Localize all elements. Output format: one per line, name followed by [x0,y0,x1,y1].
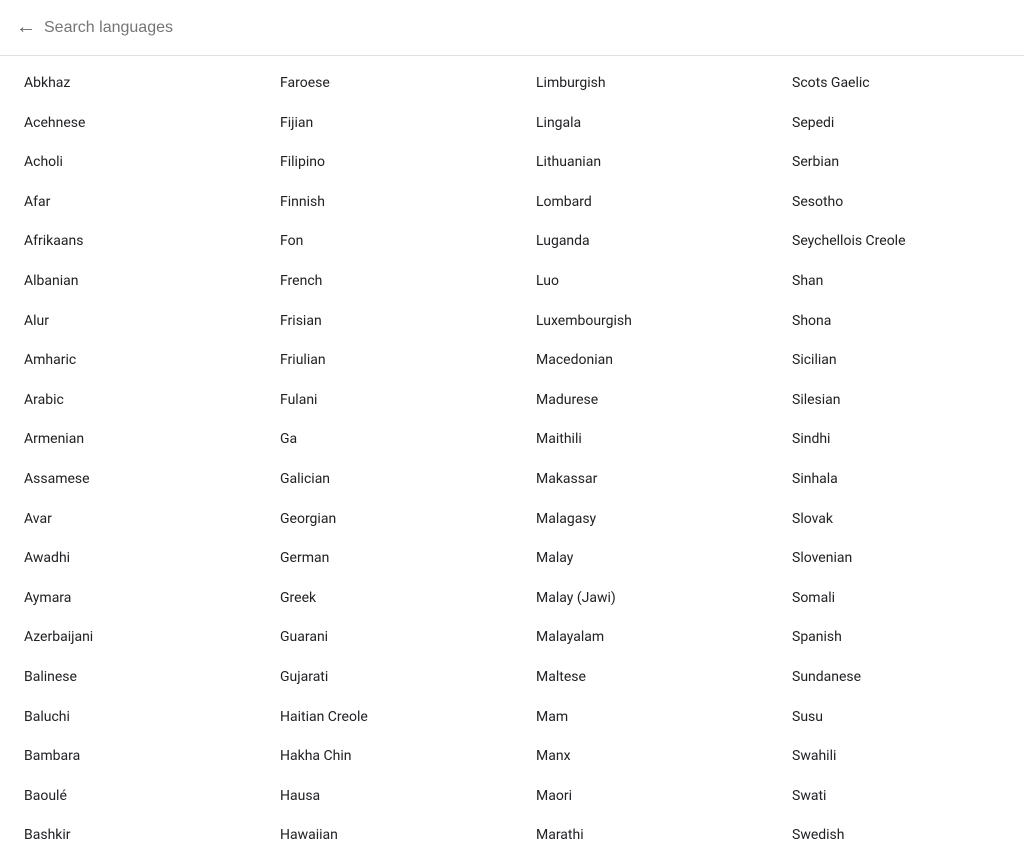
header: ← [0,0,1024,56]
list-item[interactable]: Hausa [256,777,512,817]
list-item[interactable]: Haitian Creole [256,698,512,738]
list-item[interactable]: Maltese [512,658,768,698]
search-input[interactable] [44,19,1008,37]
languages-grid: AbkhazFaroeseLimburgishScots Gaelic Acehn… [0,56,1024,864]
list-item[interactable]: Somali [768,579,1024,619]
list-item[interactable]: Armenian [0,420,256,460]
list-item[interactable]: Malayalam [512,618,768,658]
list-item[interactable]: Shan [768,262,1024,302]
list-item[interactable]: Fulani [256,381,512,421]
list-item[interactable]: Manx [512,737,768,777]
list-item[interactable]: Afar [0,183,256,223]
list-item[interactable]: Luganda [512,222,768,262]
list-item[interactable]: Arabic [0,381,256,421]
list-item[interactable]: Sicilian [768,341,1024,381]
list-item[interactable]: Luo [512,262,768,302]
list-item[interactable]: Bashkir [0,816,256,856]
list-item[interactable]: Finnish [256,183,512,223]
list-item[interactable]: Albanian [0,262,256,302]
list-item[interactable]: Lombard [512,183,768,223]
list-item[interactable]: Lingala [512,104,768,144]
list-item[interactable]: Acholi [0,143,256,183]
list-item[interactable]: Greek [256,579,512,619]
list-item[interactable]: Maori [512,777,768,817]
list-item[interactable]: Sundanese [768,658,1024,698]
list-item[interactable]: Maithili [512,420,768,460]
list-item[interactable]: Malay [512,539,768,579]
list-item[interactable]: Malay (Jawi) [512,579,768,619]
list-item[interactable]: Fijian [256,104,512,144]
list-item[interactable]: Galician [256,460,512,500]
list-item[interactable]: Spanish [768,618,1024,658]
list-item[interactable]: Susu [768,698,1024,738]
list-item[interactable]: Balinese [0,658,256,698]
list-item[interactable]: Alur [0,302,256,342]
list-item[interactable]: Sinhala [768,460,1024,500]
list-item[interactable]: Sesotho [768,183,1024,223]
list-item[interactable]: Georgian [256,500,512,540]
list-item[interactable]: Faroese [256,64,512,104]
list-item[interactable]: Friulian [256,341,512,381]
list-item[interactable]: Acehnese [0,104,256,144]
list-item[interactable]: Malagasy [512,500,768,540]
list-item[interactable]: Hakha Chin [256,737,512,777]
list-item[interactable]: Hawaiian [256,816,512,856]
list-item[interactable]: Avar [0,500,256,540]
list-item[interactable]: Swati [768,777,1024,817]
list-item[interactable]: Limburgish [512,64,768,104]
list-item[interactable]: Frisian [256,302,512,342]
list-item[interactable]: Amharic [0,341,256,381]
list-item[interactable]: French [256,262,512,302]
list-item[interactable]: Scots Gaelic [768,64,1024,104]
list-item[interactable]: Awadhi [0,539,256,579]
list-item[interactable]: Aymara [0,579,256,619]
list-item[interactable]: Mam [512,698,768,738]
list-item[interactable]: German [256,539,512,579]
list-item[interactable]: Madurese [512,381,768,421]
list-item[interactable]: Baluchi [0,698,256,738]
list-item[interactable]: Baoulé [0,777,256,817]
list-item[interactable]: Assamese [0,460,256,500]
back-icon: ← [16,16,36,39]
list-item[interactable]: Afrikaans [0,222,256,262]
list-item[interactable]: Sepedi [768,104,1024,144]
list-item[interactable]: Gujarati [256,658,512,698]
list-item[interactable]: Slovak [768,500,1024,540]
list-item[interactable]: Macedonian [512,341,768,381]
list-item[interactable]: Filipino [256,143,512,183]
list-item[interactable]: Silesian [768,381,1024,421]
list-item[interactable]: Slovenian [768,539,1024,579]
list-item[interactable]: Sindhi [768,420,1024,460]
list-item[interactable]: Bambara [0,737,256,777]
list-item[interactable]: Serbian [768,143,1024,183]
list-item[interactable]: Luxembourgish [512,302,768,342]
list-item[interactable]: Swahili [768,737,1024,777]
list-item[interactable]: Seychellois Creole [768,222,1024,262]
list-item[interactable]: Fon [256,222,512,262]
list-item[interactable]: Abkhaz [0,64,256,104]
list-item[interactable]: Shona [768,302,1024,342]
list-item[interactable]: Guarani [256,618,512,658]
list-item[interactable]: Ga [256,420,512,460]
list-item[interactable]: Swedish [768,816,1024,856]
list-item[interactable]: Makassar [512,460,768,500]
list-item[interactable]: Marathi [512,816,768,856]
list-item[interactable]: Azerbaijani [0,618,256,658]
back-button[interactable]: ← [16,12,44,43]
list-item[interactable]: Lithuanian [512,143,768,183]
